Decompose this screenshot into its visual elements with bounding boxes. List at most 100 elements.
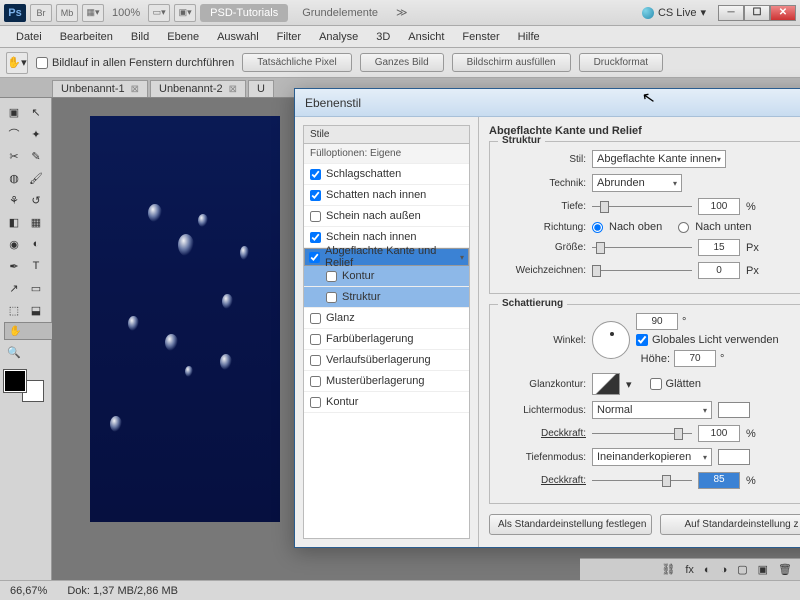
dialog-title[interactable]: Ebenenstil [295,89,800,117]
bridge-button[interactable]: Br [30,4,52,22]
wand-tool[interactable]: ✦ [26,124,46,144]
close-button[interactable]: ✕ [770,5,796,21]
style-satin[interactable]: Glanz [304,308,469,329]
winkel-input[interactable] [636,313,678,330]
dodge-tool[interactable]: ◐ [26,234,46,254]
style-fill-options[interactable]: Fülloptionen: Eigene [304,144,469,164]
shadow-color[interactable] [718,449,750,465]
menu-bearbeiten[interactable]: Bearbeiten [52,28,121,46]
angle-control[interactable] [592,321,630,359]
menu-bild[interactable]: Bild [123,28,157,46]
style-stroke[interactable]: Kontur [304,392,469,413]
screenmode-button[interactable]: ▣▾ [174,4,196,22]
hoehe-input[interactable] [674,350,716,367]
crop-tool[interactable]: ✂ [4,146,24,166]
deck2-input[interactable]: 85 [698,472,740,489]
style-inner-shadow[interactable]: Schatten nach innen [304,185,469,206]
global-light-checkbox[interactable]: Globales Licht verwenden [636,334,779,346]
richtung-unten-radio[interactable] [678,222,689,233]
link-icon[interactable]: ⛓ [661,563,675,576]
scroll-all-checkbox[interactable]: Bildlauf in allen Fenstern durchführen [36,57,234,69]
gradient-tool[interactable]: ▦ [26,212,46,232]
history-brush-tool[interactable]: ↺ [26,190,46,210]
actual-pixels-button[interactable]: Tatsächliche Pixel [242,53,351,72]
minibridge-button[interactable]: Mb [56,4,78,22]
3d-cam-tool[interactable]: ⬓ [26,300,46,320]
reset-default-button[interactable]: Auf Standardeinstellung z [660,514,800,535]
stil-select[interactable]: Abgeflachte Kante innen [592,150,726,168]
style-color-overlay[interactable]: Farbüberlagerung [304,329,469,350]
maximize-button[interactable]: ☐ [744,5,770,21]
menu-ansicht[interactable]: Ansicht [400,28,452,46]
style-outer-glow[interactable]: Schein nach außen [304,206,469,227]
menu-hilfe[interactable]: Hilfe [510,28,548,46]
lasso-tool[interactable]: ⌒ [4,124,24,144]
weich-input[interactable] [698,262,740,279]
style-contour[interactable]: Kontur [304,266,469,287]
menu-filter[interactable]: Filter [269,28,309,46]
view-extras-button[interactable]: ▦▾ [82,4,104,22]
path-tool[interactable]: ↗ [4,278,24,298]
zoom-level[interactable]: 100% [108,7,144,19]
eraser-tool[interactable]: ◧ [4,212,24,232]
groesse-slider[interactable] [592,241,692,255]
doc-tab-2[interactable]: Unbenannt-2⊠ [150,80,246,97]
eyedropper-tool[interactable]: ✎ [26,146,46,166]
highlight-color[interactable] [718,402,750,418]
fill-screen-button[interactable]: Bildschirm ausfüllen [452,53,571,72]
workspace-tab-grund[interactable]: Grundelemente [292,4,388,22]
shape-tool[interactable]: ▭ [26,278,46,298]
trash-icon[interactable]: 🗑 [778,563,792,576]
style-bevel-emboss[interactable]: Abgeflachte Kante und Relief [304,248,469,266]
deck1-slider[interactable] [592,427,692,441]
style-gradient-overlay[interactable]: Verlaufsüberlagerung [304,350,469,371]
style-drop-shadow[interactable]: Schlagschatten [304,164,469,185]
make-default-button[interactable]: Als Standardeinstellung festlegen [489,514,652,535]
menu-datei[interactable]: Datei [8,28,50,46]
style-pattern-overlay[interactable]: Musterüberlagerung [304,371,469,392]
zoom-readout[interactable]: 66,67% [10,585,47,597]
type-tool[interactable]: T [26,256,46,276]
fit-screen-button[interactable]: Ganzes Bild [360,53,444,72]
adjustment-icon[interactable]: ◑ [721,564,728,576]
zoom-tool[interactable]: 🔍 [4,342,24,362]
menu-3d[interactable]: 3D [368,28,398,46]
technik-select[interactable]: Abrunden [592,174,682,192]
menu-auswahl[interactable]: Auswahl [209,28,267,46]
cslive-label[interactable]: CS Live [658,7,697,19]
close-icon[interactable]: ⊠ [131,84,139,95]
menu-fenster[interactable]: Fenster [454,28,507,46]
move-tool[interactable]: ▣ [4,102,24,122]
doc-tab-1[interactable]: Unbenannt-1⊠ [52,80,148,97]
tiefe-slider[interactable] [592,200,692,214]
doc-tab-3[interactable]: U [248,80,274,97]
chevron-down-icon[interactable]: ▾ [626,378,632,391]
deck1-input[interactable] [698,425,740,442]
heal-tool[interactable]: ◍ [4,168,24,188]
workspace-tab-psd[interactable]: PSD-Tutorials [200,4,288,22]
lichtermodus-select[interactable]: Normal [592,401,712,419]
groesse-input[interactable] [698,239,740,256]
3d-tool[interactable]: ⬚ [4,300,24,320]
move-tool-icon[interactable]: ↖ [26,102,46,122]
cslive-dropdown-icon[interactable]: ▾ [700,6,706,19]
stamp-tool[interactable]: ⚘ [4,190,24,210]
menu-ebene[interactable]: Ebene [159,28,207,46]
folder-icon[interactable]: ▢ [737,563,747,576]
color-swatch[interactable] [4,370,44,402]
minimize-button[interactable]: ─ [718,5,744,21]
tiefe-input[interactable] [698,198,740,215]
brush-tool[interactable]: 🖌 [26,168,46,188]
print-size-button[interactable]: Druckformat [579,53,663,72]
deck2-slider[interactable] [592,474,692,488]
richtung-oben-radio[interactable] [592,222,603,233]
more-workspaces-icon[interactable]: ≫ [392,6,412,19]
close-icon[interactable]: ⊠ [229,84,237,95]
menu-analyse[interactable]: Analyse [311,28,366,46]
blur-tool[interactable]: ◉ [4,234,24,254]
doc-size[interactable]: Dok: 1,37 MB/2,86 MB [67,585,178,597]
weich-slider[interactable] [592,264,692,278]
mask-icon[interactable]: ◐ [704,564,711,576]
pen-tool[interactable]: ✒ [4,256,24,276]
tiefenmodus-select[interactable]: Ineinanderkopieren [592,448,712,466]
